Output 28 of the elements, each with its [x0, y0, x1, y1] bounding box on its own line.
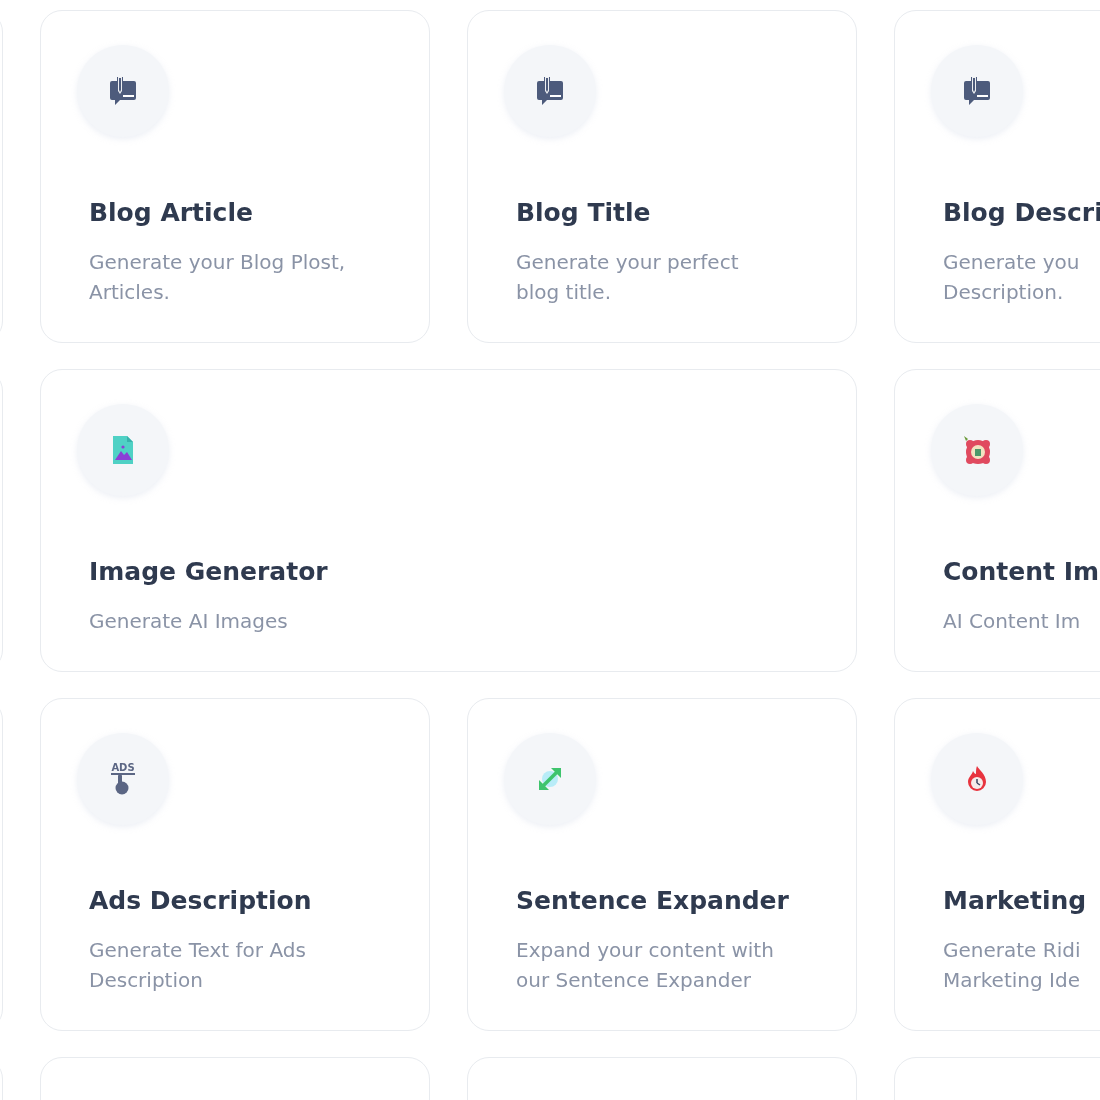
tool-card[interactable]: Blog Descri Generate you Description.: [894, 10, 1100, 343]
tool-card[interactable]: Blog Article Generate your Blog Plost, Articles.: [40, 10, 430, 343]
card-description: Generate AI Images: [89, 608, 289, 635]
card-title: Ads Description: [89, 885, 313, 917]
card-title: Content Im: [943, 556, 1100, 588]
card-title: Image Generator: [89, 556, 329, 588]
card-title: Sentence Expander: [516, 885, 790, 917]
card-description: AI Content Im: [943, 608, 1082, 635]
card-description: Generate your Blog Plost, Articles.: [89, 249, 347, 306]
tool-card[interactable]: Sentence Expander Expand your content with our Sentence Expander: [467, 698, 857, 1031]
card-title: Marketing: [943, 885, 1088, 917]
book-chat-icon: [108, 75, 138, 107]
tool-card[interactable]: Image Generator Generate AI Images: [40, 369, 857, 672]
card-description: Generate Ridi Marketing Ide: [943, 937, 1082, 994]
card-description: Expand your content with our Sentence Expander: [516, 937, 775, 994]
book-chat-icon: [535, 75, 565, 107]
card-description: Generate you Description.: [943, 249, 1081, 306]
card-title: Blog Title: [516, 197, 652, 229]
tool-card[interactable]: ADS Ads Description Generate Text for Ads Description: [40, 698, 430, 1031]
card-title: Blog Descri: [943, 197, 1100, 229]
book-chat-icon: [962, 75, 992, 107]
card-title: Blog Article: [89, 197, 254, 229]
card-description: Generate Text for Ads Description: [89, 937, 307, 994]
tool-card[interactable]: Blog Title Generate your perfect blog title.: [467, 10, 857, 343]
image-file-icon: [111, 434, 135, 466]
tool-card[interactable]: Marketing Generate Ridi Marketing Ide: [894, 698, 1100, 1031]
tool-card[interactable]: Content Im AI Content Im: [894, 369, 1100, 672]
card-description: Generate your perfect blog title.: [516, 249, 740, 306]
